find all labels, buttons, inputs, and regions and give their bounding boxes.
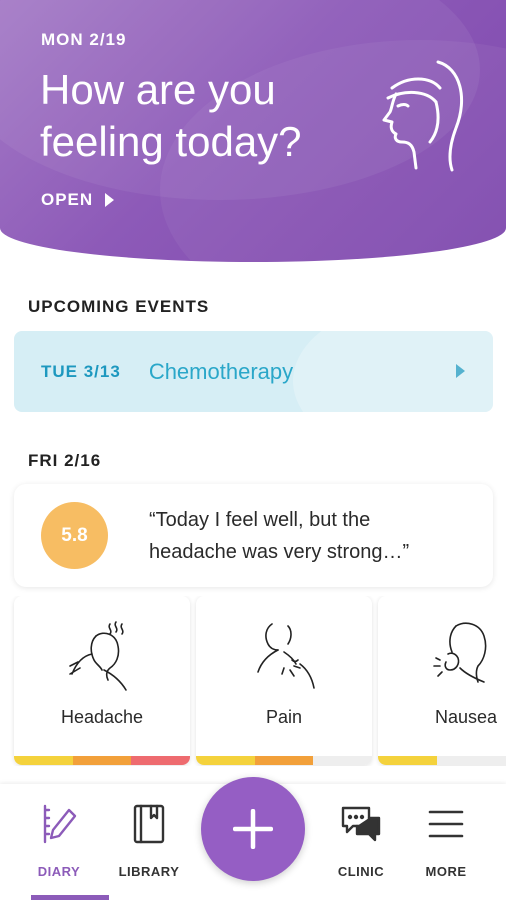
- symptom-label: Nausea: [434, 707, 498, 727]
- add-entry-button[interactable]: [201, 777, 305, 881]
- diary-entry-card[interactable]: 5.8 “Today I feel well, but the headache…: [14, 484, 493, 587]
- nav-diary-label: DIARY: [37, 864, 81, 879]
- nav-more-label: MORE: [425, 864, 467, 879]
- headache-icon: [69, 621, 127, 691]
- play-arrow-icon: [456, 364, 465, 378]
- menu-icon: [428, 810, 464, 838]
- symptom-label: Pain: [265, 707, 303, 727]
- play-arrow-icon: [105, 193, 115, 207]
- symptom-card-headache[interactable]: Headache: [14, 596, 190, 765]
- entry-date: FRI 2/16: [28, 451, 102, 470]
- symptom-carousel[interactable]: Headache Pain Nausea: [0, 596, 506, 766]
- severity-bar: [14, 756, 190, 765]
- pain-icon: [257, 623, 315, 689]
- wellbeing-score-badge: 5.8: [41, 502, 108, 569]
- symptom-card-nausea[interactable]: Nausea: [378, 596, 506, 765]
- nav-clinic[interactable]: CLINIC: [313, 784, 409, 900]
- entry-quote: “Today I feel well, but the headache was…: [149, 508, 410, 563]
- active-tab-indicator: [31, 895, 109, 900]
- event-date: TUE 3/13: [41, 361, 121, 381]
- symptom-label: Headache: [60, 707, 144, 727]
- open-button[interactable]: OPEN: [41, 190, 115, 210]
- today-date: MON 2/19: [41, 30, 127, 49]
- nav-clinic-label: CLINIC: [337, 864, 385, 879]
- severity-bar: [378, 756, 506, 765]
- nausea-icon: [433, 622, 487, 683]
- feeling-header: MON 2/19 How are you feeling today? OPEN: [0, 0, 506, 262]
- face-profile-icon: [382, 60, 464, 172]
- nav-diary[interactable]: DIARY: [11, 784, 109, 900]
- event-card[interactable]: TUE 3/13 Chemotherapy: [14, 331, 493, 412]
- plus-icon: [233, 809, 273, 849]
- severity-bar: [196, 756, 372, 765]
- nav-library[interactable]: LIBRARY: [101, 784, 197, 900]
- book-icon: [133, 804, 165, 844]
- feeling-headline: How are you feeling today?: [40, 66, 302, 165]
- diary-pencil-icon: [43, 804, 77, 844]
- upcoming-events-title: UPCOMING EVENTS: [28, 297, 210, 316]
- chat-bubbles-icon: [341, 806, 381, 842]
- symptom-card-pain[interactable]: Pain: [196, 596, 372, 765]
- nav-library-label: LIBRARY: [118, 864, 180, 879]
- open-label: OPEN: [41, 190, 94, 209]
- event-name: Chemotherapy: [148, 358, 294, 384]
- nav-more[interactable]: MORE: [398, 784, 494, 900]
